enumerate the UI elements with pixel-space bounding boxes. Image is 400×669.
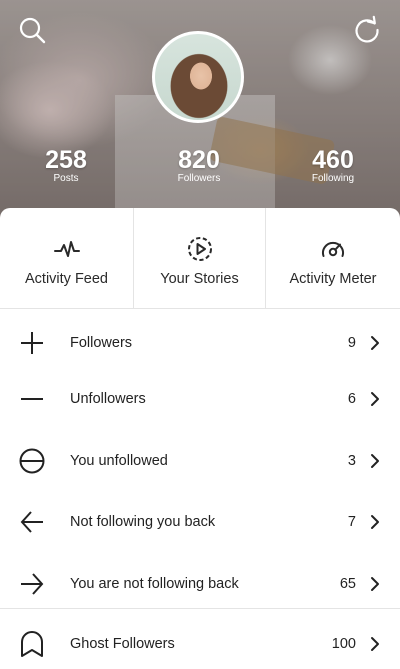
- gauge-icon: [322, 241, 344, 257]
- profile-header: 258 Posts 820 Followers 460 Following: [0, 0, 400, 230]
- activity-feed-tile[interactable]: Activity Feed: [0, 208, 133, 309]
- following-label: Following: [311, 173, 355, 184]
- activity-meter-tile[interactable]: Activity Meter: [265, 208, 400, 309]
- you-are-not-following-back-row-count: 65: [339, 576, 356, 592]
- following-count: 460: [312, 146, 354, 174]
- refresh-icon: [355, 15, 379, 43]
- you-are-not-following-back-row-label: You are not following back: [70, 576, 239, 592]
- unfollowers-row-label: Unfollowers: [70, 391, 146, 407]
- profile-avatar[interactable]: [152, 31, 244, 123]
- unfollowers-row[interactable]: Unfollowers 6: [0, 371, 400, 427]
- chevron-right-icon: [371, 454, 379, 468]
- arrow-left-icon: [20, 511, 43, 533]
- insights-card: Activity Feed Your Stories Activity Mete…: [0, 208, 400, 669]
- followers-row-label: Followers: [70, 335, 133, 351]
- search-icon: [19, 17, 46, 44]
- ghost-followers-row-label: Ghost Followers: [70, 636, 175, 652]
- you-unfollowed-row-count: 3: [347, 453, 356, 469]
- unfollowers-row-count: 6: [347, 391, 356, 407]
- arrow-right-icon: [21, 573, 44, 595]
- you-are-not-following-back-row[interactable]: You are not following back 65: [0, 556, 400, 612]
- minus-icon: [21, 398, 43, 400]
- plus-icon: [21, 332, 43, 354]
- followers-row-count: 9: [347, 335, 356, 351]
- chevron-right-icon: [371, 637, 379, 651]
- you-unfollowed-row[interactable]: You unfollowed 3: [0, 433, 400, 489]
- not-following-you-back-row-count: 7: [347, 514, 356, 530]
- ghost-followers-row-count: 100: [331, 636, 356, 652]
- ghost-followers-row[interactable]: Ghost Followers 100: [0, 616, 400, 669]
- activity-feed-label: Activity Feed: [25, 271, 108, 287]
- your-stories-tile[interactable]: Your Stories: [133, 208, 265, 309]
- ghost-divider: [0, 608, 400, 609]
- chevron-right-icon: [371, 336, 379, 350]
- you-unfollowed-row-label: You unfollowed: [70, 453, 168, 469]
- ghost-icon: [21, 631, 43, 657]
- search-button[interactable]: [17, 15, 47, 45]
- activity-meter-label: Activity Meter: [289, 271, 377, 287]
- followers-row[interactable]: Followers 9: [0, 315, 400, 371]
- followers-stat: 820 Followers: [154, 146, 244, 185]
- followers-label: Followers: [177, 173, 221, 184]
- following-stat: 460 Following: [288, 146, 378, 185]
- not-following-you-back-row[interactable]: Not following you back 7: [0, 494, 400, 550]
- chevron-right-icon: [371, 515, 379, 529]
- pulse-icon: [53, 241, 80, 257]
- your-stories-label: Your Stories: [160, 271, 239, 287]
- not-following-you-back-row-label: Not following you back: [70, 514, 216, 530]
- refresh-button[interactable]: [352, 15, 382, 45]
- circle-minus-icon: [19, 448, 45, 474]
- feature-tiles: Activity Feed Your Stories Activity Mete…: [0, 208, 400, 309]
- chevron-right-icon: [371, 392, 379, 406]
- play-circle-icon: [187, 237, 212, 261]
- chevron-right-icon: [371, 577, 379, 591]
- posts-label: Posts: [53, 173, 79, 184]
- followers-count: 820: [178, 146, 220, 174]
- posts-stat: 258 Posts: [21, 146, 111, 185]
- posts-count: 258: [45, 146, 87, 174]
